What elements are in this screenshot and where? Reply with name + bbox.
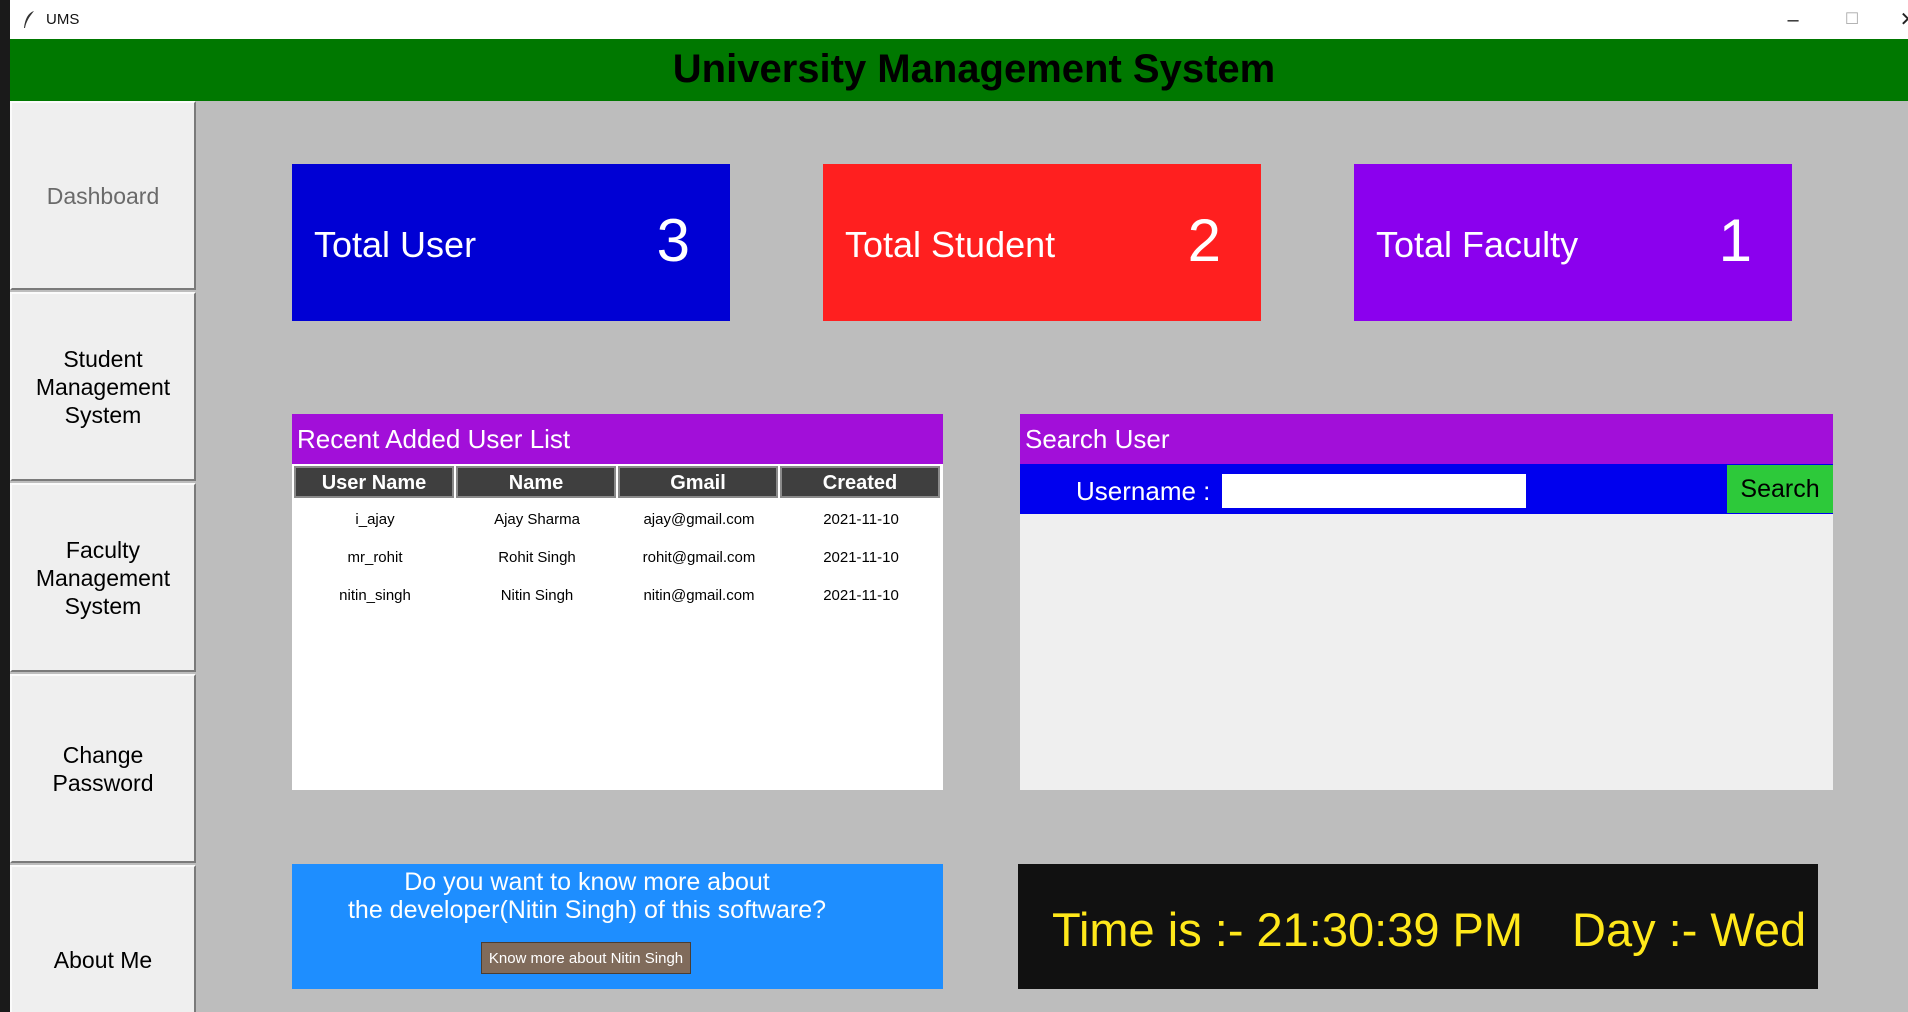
search-button[interactable]: Search bbox=[1727, 465, 1833, 513]
cell-username: mr_rohit bbox=[347, 549, 403, 566]
close-button[interactable]: ✕ bbox=[1888, 6, 1908, 34]
cell-gmail: rohit@gmail.com bbox=[642, 549, 756, 566]
search-user-panel: Search User Username : Search bbox=[1020, 414, 1833, 790]
app-title: University Management System bbox=[672, 47, 1276, 91]
sidebar: Dashboard Student Management System Facu… bbox=[10, 101, 196, 1012]
cell-gmail: ajay@gmail.com bbox=[643, 511, 755, 528]
ums-window: UMS – ☐ ✕ University Management System D… bbox=[10, 0, 1908, 1012]
feather-icon bbox=[24, 11, 34, 28]
column-header-created[interactable]: Created bbox=[780, 466, 940, 498]
username-search-input[interactable] bbox=[1222, 474, 1526, 508]
developer-prompt-line-1: Do you want to know more about bbox=[404, 868, 770, 896]
app-header: University Management System bbox=[10, 39, 1908, 101]
cell-username: nitin_singh bbox=[339, 587, 411, 604]
sidebar-item-label: Faculty Management System bbox=[35, 536, 171, 619]
search-user-title: Search User bbox=[1020, 414, 1833, 464]
table-row[interactable]: mr_rohit Rohit Singh rohit@gmail.com 202… bbox=[294, 543, 943, 573]
card-label: Total User bbox=[314, 224, 477, 265]
total-faculty-card: Total Faculty 1 bbox=[1354, 164, 1792, 321]
card-value: 2 bbox=[1187, 207, 1221, 274]
table-row[interactable]: i_ajay Ajay Sharma ajay@gmail.com 2021-1… bbox=[294, 505, 943, 535]
developer-prompt-line-2: the developer(Nitin Singh) of this softw… bbox=[347, 896, 827, 924]
cell-created: 2021-11-10 bbox=[823, 549, 899, 566]
clock-time: Time is :- 21:30:39 PM bbox=[1052, 903, 1524, 956]
sidebar-item-label: About Me bbox=[53, 946, 153, 973]
title-bar: UMS – ☐ ✕ bbox=[10, 0, 1908, 40]
card-value: 1 bbox=[1718, 207, 1752, 274]
recent-users-title: Recent Added User List bbox=[292, 414, 943, 464]
window-title: UMS bbox=[46, 11, 80, 28]
recent-users-panel: Recent Added User List User Name Name Gm… bbox=[292, 414, 943, 790]
card-value: 3 bbox=[656, 207, 690, 274]
cell-created: 2021-11-10 bbox=[823, 511, 899, 528]
table-row[interactable]: nitin_singh Nitin Singh nitin@gmail.com … bbox=[294, 581, 943, 611]
sidebar-item-label: Change Password bbox=[52, 741, 154, 796]
sidebar-item-label: Dashboard bbox=[46, 182, 160, 209]
cell-name: Rohit Singh bbox=[498, 549, 576, 566]
search-bar: Username : Search bbox=[1020, 464, 1833, 514]
sidebar-item-about-me[interactable]: About Me bbox=[10, 865, 196, 1012]
total-student-card: Total Student 2 bbox=[823, 164, 1261, 321]
cell-name: Ajay Sharma bbox=[494, 511, 580, 528]
total-user-card: Total User 3 bbox=[292, 164, 730, 321]
cell-name: Nitin Singh bbox=[500, 587, 574, 604]
maximize-button[interactable]: ☐ bbox=[1832, 6, 1872, 34]
sidebar-item-student-management[interactable]: Student Management System bbox=[10, 292, 196, 481]
developer-info-panel: Do you want to know more about the devel… bbox=[292, 864, 943, 989]
sidebar-item-label: Student Management System bbox=[35, 345, 171, 428]
sidebar-item-dashboard[interactable]: Dashboard bbox=[10, 101, 196, 290]
cell-gmail: nitin@gmail.com bbox=[643, 587, 755, 604]
username-label: Username : bbox=[1076, 476, 1211, 506]
sidebar-item-faculty-management[interactable]: Faculty Management System bbox=[10, 483, 196, 672]
column-header-username[interactable]: User Name bbox=[294, 466, 454, 498]
clock-panel: Time is :- 21:30:39 PM Day :- Wed bbox=[1018, 864, 1818, 989]
cell-username: i_ajay bbox=[355, 511, 395, 528]
column-header-gmail[interactable]: Gmail bbox=[618, 466, 778, 498]
table-header: User Name Name Gmail Created bbox=[294, 466, 943, 498]
card-label: Total Faculty bbox=[1376, 224, 1579, 265]
clock-day: Day :- Wed bbox=[1572, 903, 1807, 956]
minimize-button[interactable]: – bbox=[1773, 6, 1813, 34]
know-more-button[interactable]: Know more about Nitin Singh bbox=[481, 942, 691, 974]
card-label: Total Student bbox=[845, 224, 1056, 265]
sidebar-item-change-password[interactable]: Change Password bbox=[10, 674, 196, 863]
cell-created: 2021-11-10 bbox=[823, 587, 899, 604]
column-header-name[interactable]: Name bbox=[456, 466, 616, 498]
